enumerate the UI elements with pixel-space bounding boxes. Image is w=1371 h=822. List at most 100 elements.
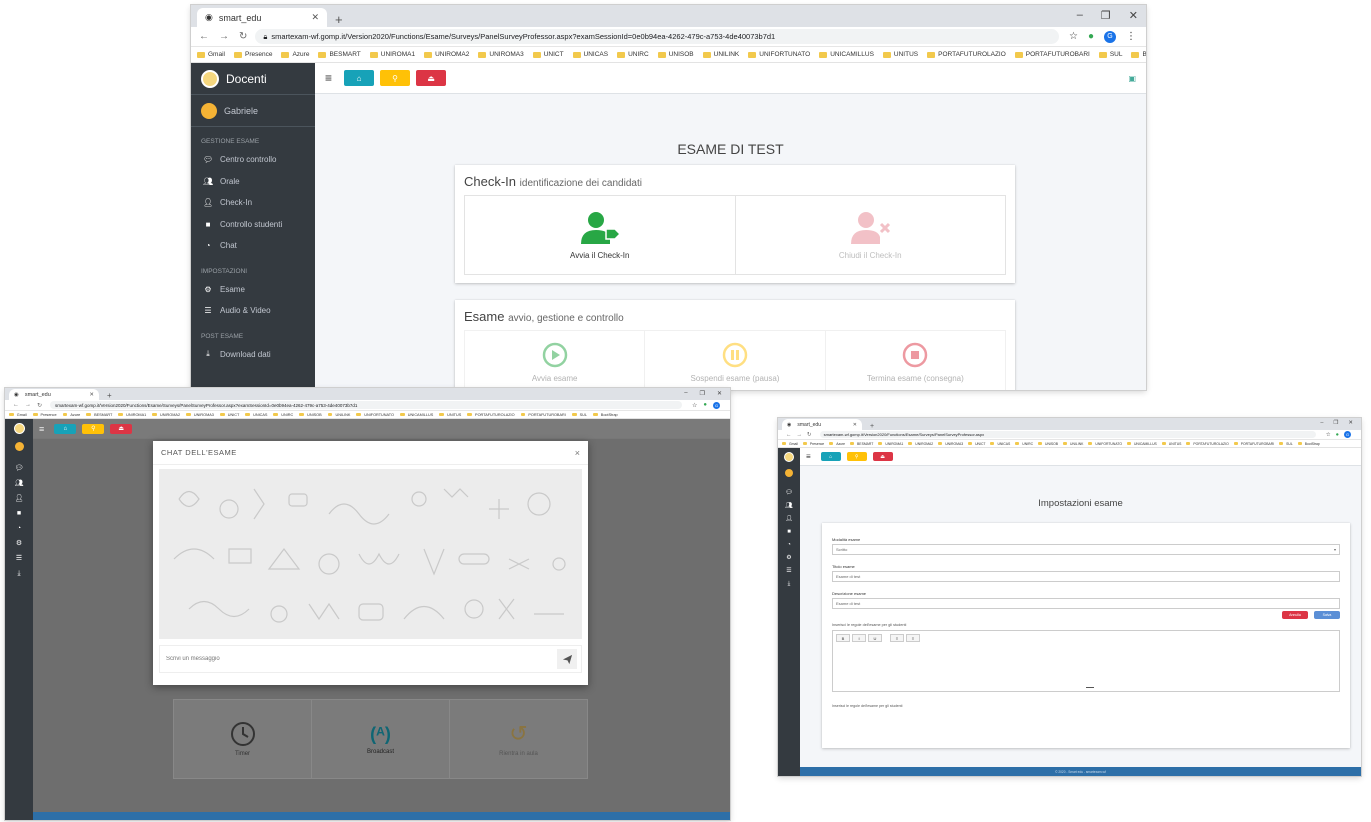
editor-button[interactable]: B bbox=[836, 634, 850, 642]
bookmark-item[interactable]: Azure bbox=[281, 51, 309, 58]
new-tab-button[interactable]: + bbox=[327, 12, 351, 27]
bookmark-item[interactable]: UNITUS bbox=[1161, 442, 1181, 446]
reload-icon[interactable]: ↻ bbox=[807, 432, 812, 438]
maximize-button[interactable]: ❐ bbox=[1101, 9, 1111, 22]
editor-button[interactable]: I bbox=[852, 634, 866, 642]
profile-icon[interactable]: G bbox=[713, 401, 720, 409]
browser-tab[interactable]: ◉ smart_edu ✕ bbox=[782, 419, 862, 430]
sidebar-item-controllo-studenti[interactable]: ■ Controllo studenti bbox=[191, 214, 315, 236]
chat-message-input[interactable] bbox=[166, 656, 557, 662]
new-tab-button[interactable]: + bbox=[862, 423, 882, 430]
bookmark-item[interactable]: UNITUS bbox=[882, 51, 918, 58]
comments-icon[interactable]: ◔ bbox=[17, 525, 21, 532]
bookmark-item[interactable]: UNICAMILLUS bbox=[399, 413, 433, 417]
users-icon[interactable]: 👥︎ bbox=[785, 503, 793, 509]
editor-resize-handle[interactable] bbox=[1086, 687, 1094, 688]
bookmark-item[interactable]: UNIRC bbox=[273, 413, 293, 417]
modal-close-button[interactable]: × bbox=[575, 448, 580, 458]
bookmark-item[interactable]: PORTAFUTUROLAZIO bbox=[1186, 442, 1229, 446]
menu-dots-icon[interactable]: ⋮ bbox=[1126, 31, 1136, 42]
back-icon[interactable]: ← bbox=[13, 402, 19, 409]
start-checkin-tile[interactable]: Avvia il Check-In bbox=[465, 196, 736, 274]
forward-icon[interactable]: → bbox=[797, 432, 803, 438]
bookmark-item[interactable]: Gmail bbox=[197, 51, 225, 58]
gear-icon[interactable]: ⚙ bbox=[786, 555, 791, 561]
bookmark-item[interactable]: UNIROMA2 bbox=[424, 51, 469, 58]
extension-icon[interactable]: ● bbox=[703, 402, 707, 408]
close-tab-icon[interactable]: ✕ bbox=[89, 392, 94, 398]
extension-icon[interactable]: ● bbox=[1336, 432, 1339, 438]
bookmark-item[interactable]: UNICAMILLUS bbox=[1126, 442, 1157, 446]
brand[interactable]: Docenti bbox=[191, 63, 315, 95]
save-button[interactable]: Salva bbox=[1314, 611, 1340, 619]
editor-button[interactable]: ≡ bbox=[906, 634, 920, 642]
logout-button[interactable]: ⏏ bbox=[416, 70, 447, 86]
bookmark-item[interactable]: PORTAFUTUROBARI bbox=[1014, 51, 1090, 58]
exam-mode-select[interactable]: Scritto ▾ bbox=[832, 544, 1340, 555]
timer-tile[interactable]: Timer bbox=[174, 700, 312, 778]
pause-exam-tile[interactable]: Sospendi esame (pausa) bbox=[645, 331, 826, 390]
logo-icon[interactable] bbox=[13, 423, 25, 434]
editor-button[interactable]: U bbox=[868, 634, 882, 642]
return-tile[interactable]: ↺ Rientra in aula bbox=[450, 700, 587, 778]
user-panel[interactable]: Gabriele bbox=[191, 95, 315, 127]
bookmark-item[interactable]: UNILINK bbox=[327, 413, 350, 417]
video-camera-icon[interactable]: ■ bbox=[787, 529, 791, 535]
bookmark-item[interactable]: UNIROMA2 bbox=[908, 442, 933, 446]
sidebar-item-check-in[interactable]: 👤︎ Check-In bbox=[191, 192, 315, 214]
bookmark-item[interactable]: UNISOB bbox=[299, 413, 322, 417]
profile-icon[interactable]: G bbox=[1344, 431, 1351, 438]
bookmark-item[interactable]: BESMART bbox=[86, 413, 112, 417]
star-icon[interactable]: ☆ bbox=[1326, 432, 1331, 438]
sidebar-item-centro-controllo[interactable]: 💬︎ Centro controllo bbox=[191, 149, 315, 171]
bookmark-item[interactable]: UNIROMA2 bbox=[152, 413, 180, 417]
bookmark-item[interactable]: SUL bbox=[1279, 442, 1293, 446]
broadcast-tile[interactable]: (ᴬ) Broadcast bbox=[312, 700, 450, 778]
forward-icon[interactable]: → bbox=[219, 31, 229, 42]
bookmark-item[interactable]: PORTAFUTUROLAZIO bbox=[467, 413, 515, 417]
rules-editor[interactable]: B I U ≡ ≡ bbox=[832, 630, 1340, 692]
star-icon[interactable]: ☆ bbox=[692, 402, 697, 409]
close-window-button[interactable]: ✕ bbox=[1129, 9, 1138, 22]
url-field[interactable]: 🔒︎ smartexam-wf.gomp.it/Version2020/Func… bbox=[255, 29, 1059, 44]
download-icon[interactable]: ⤓ bbox=[788, 581, 791, 587]
search-button[interactable]: ⚲ bbox=[380, 70, 411, 86]
star-icon[interactable]: ☆ bbox=[1069, 31, 1078, 42]
bookmark-item[interactable]: BootStrap bbox=[592, 413, 618, 417]
bookmark-item[interactable]: BESMART bbox=[850, 442, 873, 446]
start-exam-tile[interactable]: Avvia esame bbox=[465, 331, 646, 390]
editor-button[interactable]: ≡ bbox=[890, 634, 904, 642]
bookmark-item[interactable]: UNIFORTUNATO bbox=[356, 413, 394, 417]
bookmark-item[interactable]: BootStrap bbox=[1131, 51, 1146, 58]
sidebar-item-chat[interactable]: ◔ Chat bbox=[191, 235, 315, 257]
gear-icon[interactable]: ⚙ bbox=[16, 540, 22, 547]
bookmark-item[interactable]: BootStrap bbox=[1297, 442, 1320, 446]
bookmark-item[interactable]: UNILINK bbox=[1063, 442, 1083, 446]
user-check-icon[interactable]: 👤︎ bbox=[15, 495, 24, 502]
search-button[interactable]: ⚲ bbox=[846, 452, 867, 461]
bookmark-item[interactable]: UNIFORTUNATO bbox=[1088, 442, 1122, 446]
bookmark-item[interactable]: BESMART bbox=[318, 51, 361, 58]
minimize-button[interactable]: – bbox=[684, 390, 687, 397]
bookmark-item[interactable]: UNILINK bbox=[702, 51, 739, 58]
bookmark-item[interactable]: UNICAS bbox=[990, 442, 1010, 446]
maximize-button[interactable]: ❐ bbox=[700, 390, 705, 397]
comments-icon[interactable]: ◔ bbox=[787, 542, 791, 548]
profile-icon[interactable]: G bbox=[1104, 30, 1116, 43]
bookmark-item[interactable]: UNICT bbox=[968, 442, 985, 446]
bookmark-item[interactable]: UNIROMA1 bbox=[118, 413, 146, 417]
chat-bubbles-icon[interactable]: 💬︎ bbox=[15, 465, 24, 472]
hamburger-icon[interactable]: ≡ bbox=[806, 452, 811, 461]
chat-bubbles-icon[interactable]: 💬︎ bbox=[785, 490, 793, 496]
search-button[interactable]: ⚲ bbox=[82, 423, 105, 434]
users-icon[interactable]: 👥︎ bbox=[15, 480, 24, 487]
maximize-button[interactable]: ❐ bbox=[1333, 420, 1338, 426]
reload-icon[interactable]: ↻ bbox=[37, 402, 42, 409]
logout-button[interactable]: ⏏ bbox=[110, 423, 133, 434]
logout-button[interactable]: ⏏ bbox=[872, 452, 893, 461]
back-icon[interactable]: ← bbox=[199, 31, 209, 42]
back-icon[interactable]: ← bbox=[786, 432, 792, 438]
bookmark-item[interactable]: UNITUS bbox=[439, 413, 461, 417]
bookmark-item[interactable]: UNICAS bbox=[245, 413, 267, 417]
bookmark-item[interactable]: PORTAFUTUROBARI bbox=[1233, 442, 1274, 446]
